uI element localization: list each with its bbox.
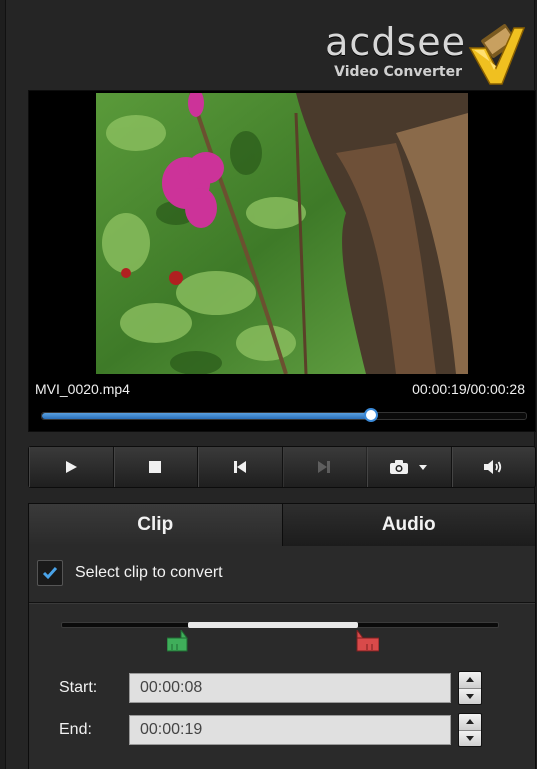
clip-range-selection [188,622,359,628]
app-logo: acdsee Video Converter [296,20,526,88]
select-clip-row[interactable]: Select clip to convert [37,560,223,586]
speaker-icon [484,460,502,474]
select-clip-label: Select clip to convert [75,564,223,581]
end-time-decrement-button[interactable] [459,729,481,746]
stop-button[interactable] [114,447,198,487]
start-time-increment-button[interactable] [459,672,481,688]
start-marker-icon [166,628,189,652]
arrow-down-icon [466,693,474,699]
seek-progress [42,413,372,419]
start-time-row: Start: [59,671,482,705]
play-button[interactable] [29,447,114,487]
snapshot-button[interactable] [367,447,452,487]
volume-button[interactable] [452,447,536,487]
divider [29,602,535,604]
arrow-up-icon [466,719,474,725]
logo-badge-icon [468,24,526,85]
play-icon [65,461,77,473]
logo-brand: acdsee [325,20,466,64]
start-time-input[interactable] [129,673,451,703]
settings-tabs: Clip Audio [28,503,536,547]
arrow-up-icon [466,677,474,683]
clip-range-slider[interactable] [61,622,499,628]
tab-audio[interactable]: Audio [281,504,535,546]
logo-product-name: Video Converter [334,64,462,80]
start-time-spinner [458,671,482,705]
stop-icon [149,461,162,473]
skip-back-icon [233,461,246,473]
select-clip-checkbox[interactable] [37,560,63,586]
tab-clip[interactable]: Clip [29,504,282,546]
end-time-increment-button[interactable] [459,714,481,730]
end-time-spinner [458,713,482,747]
seek-bar[interactable] [41,408,527,422]
chevron-down-icon [418,465,427,470]
clip-panel: Select clip to convert Start: 00:00:08 E… [28,546,536,769]
clip-start-marker[interactable] [166,628,189,657]
clip-end-marker[interactable] [355,628,380,657]
video-frame-image [96,93,468,374]
arrow-down-icon [466,735,474,741]
end-label: End: [59,721,92,738]
start-time-decrement-button[interactable] [459,687,481,704]
previous-frame-button[interactable] [198,447,283,487]
end-marker-icon [356,628,380,652]
time-readout: 00:00:19/00:00:28 [412,381,525,397]
converter-panel: acdsee Video Converter MVI_0020.mp4 00:0… [5,0,536,769]
skip-forward-icon [318,461,331,473]
seek-handle[interactable] [364,408,379,422]
start-label: Start: [59,679,98,696]
next-frame-button[interactable] [283,447,367,487]
video-preview[interactable]: MVI_0020.mp4 00:00:19/00:00:28 [28,90,536,432]
end-time-input[interactable] [129,715,451,745]
camera-icon [389,460,408,474]
checkmark-icon [42,567,58,580]
playback-controls [28,446,536,488]
end-time-row: End: [59,713,482,747]
file-name: MVI_0020.mp4 [35,381,130,397]
